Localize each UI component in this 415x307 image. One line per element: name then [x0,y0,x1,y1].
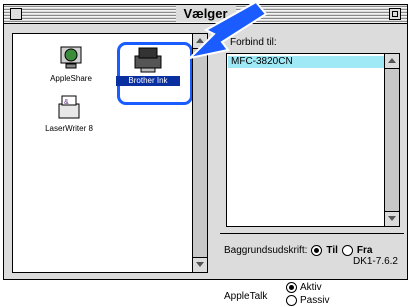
printer-icon [134,47,162,73]
laserwriter-item[interactable]: & LaserWriter 8 [37,94,101,134]
port-item-selected[interactable]: MFC-3820CN [228,56,384,68]
appletalk-passive-label: Passiv [300,295,330,306]
appletalk-label: AppleTalk [224,291,268,302]
driver-list: AppleShare Brother Ink & LaserWriter 8 [12,33,208,273]
appleshare-label: AppleShare [50,74,92,83]
background-off-label: Fra [356,245,373,256]
appleshare-icon [60,46,82,69]
port-scrollbar[interactable] [384,54,399,226]
brother-ink-label: Brother Ink [116,76,180,86]
scroll-up-arrow-icon[interactable] [193,34,207,49]
title-bar[interactable]: Vælger [4,5,407,24]
port-scroll-up-arrow-icon[interactable] [385,54,399,69]
scroll-down-arrow-icon[interactable] [193,257,207,272]
divider [220,233,404,234]
laser-printer-icon: & [58,95,80,119]
laserwriter-label: LaserWriter 8 [45,124,93,133]
close-box[interactable] [10,8,22,20]
options-panel: Forbind til: MFC-3820CN Baggrundsudskrif… [216,33,404,306]
svg-text:&: & [64,99,69,106]
appletalk-options: Aktiv Passiv [286,281,329,307]
left-scrollbar[interactable] [192,34,207,272]
zoom-box[interactable] [389,8,401,20]
appletalk-active-label: Aktiv [300,282,322,293]
appleshare-item[interactable]: AppleShare [41,44,101,84]
version-label: DK1-7.6.2 [352,256,398,267]
brother-ink-item[interactable]: Brother Ink [116,44,180,86]
port-scroll-down-arrow-icon[interactable] [385,211,399,226]
window-title: Vælger [175,6,236,22]
port-list: MFC-3820CN [226,53,400,227]
background-on-radio[interactable] [311,245,323,256]
appletalk-passive-radio[interactable] [286,295,297,306]
connect-to-label: Forbind til: [230,37,277,48]
background-print-label: Baggrundsudskrift: [224,245,308,256]
chooser-window: Vælger AppleShare Brother Ink & LaserWri… [3,4,408,306]
background-on-label: Til [326,245,338,256]
background-print-row: Baggrundsudskrift: Til Fra [224,245,372,256]
background-off-radio[interactable] [341,245,353,256]
